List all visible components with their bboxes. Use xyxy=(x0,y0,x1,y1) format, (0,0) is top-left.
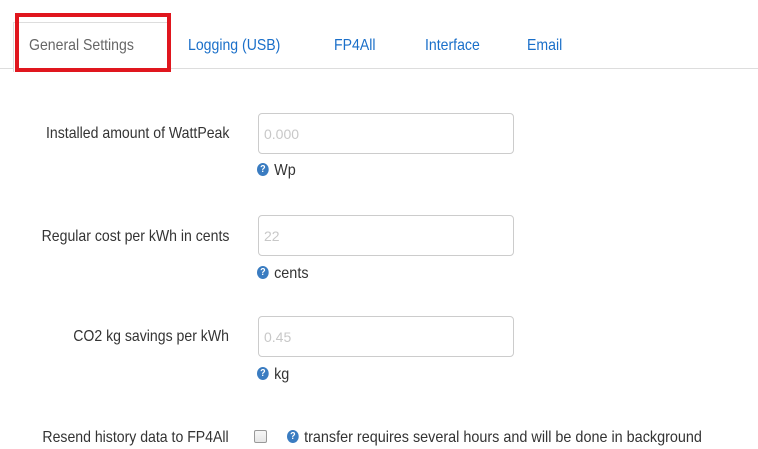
cost-label: Regular cost per kWh in cents xyxy=(41,228,229,245)
resend-label: Resend history data to FP4All xyxy=(42,429,229,446)
tab-fp4all[interactable]: FP4All xyxy=(334,24,375,68)
co2-label: CO2 kg savings per kWh xyxy=(73,328,229,345)
co2-input[interactable] xyxy=(258,316,514,357)
cost-help: ? cents xyxy=(257,265,309,283)
help-icon[interactable]: ? xyxy=(257,367,269,381)
resend-help-text: transfer requires several hours and will… xyxy=(304,429,702,446)
co2-unit: kg xyxy=(274,366,290,383)
resend-help: ? transfer requires several hours and wil… xyxy=(287,429,702,447)
wattpeak-input[interactable] xyxy=(258,113,514,154)
wattpeak-help: ? Wp xyxy=(257,162,296,180)
tab-bar: General Settings Logging (USB) FP4All In… xyxy=(0,0,758,72)
help-icon[interactable]: ? xyxy=(287,430,299,444)
cost-input[interactable] xyxy=(258,215,514,256)
tab-interface[interactable]: Interface xyxy=(425,24,480,68)
tab-email[interactable]: Email xyxy=(527,24,562,68)
wattpeak-unit: Wp xyxy=(274,162,296,179)
co2-help: ? kg xyxy=(257,366,289,384)
tab-logging-usb[interactable]: Logging (USB) xyxy=(188,24,280,68)
settings-page: General Settings Logging (USB) FP4All In… xyxy=(0,0,758,449)
resend-checkbox[interactable] xyxy=(254,430,267,443)
help-icon[interactable]: ? xyxy=(257,266,269,280)
wattpeak-label: Installed amount of WattPeak xyxy=(45,125,229,142)
cost-unit: cents xyxy=(274,265,309,282)
active-tab-highlight xyxy=(15,13,171,72)
help-icon[interactable]: ? xyxy=(257,163,269,177)
